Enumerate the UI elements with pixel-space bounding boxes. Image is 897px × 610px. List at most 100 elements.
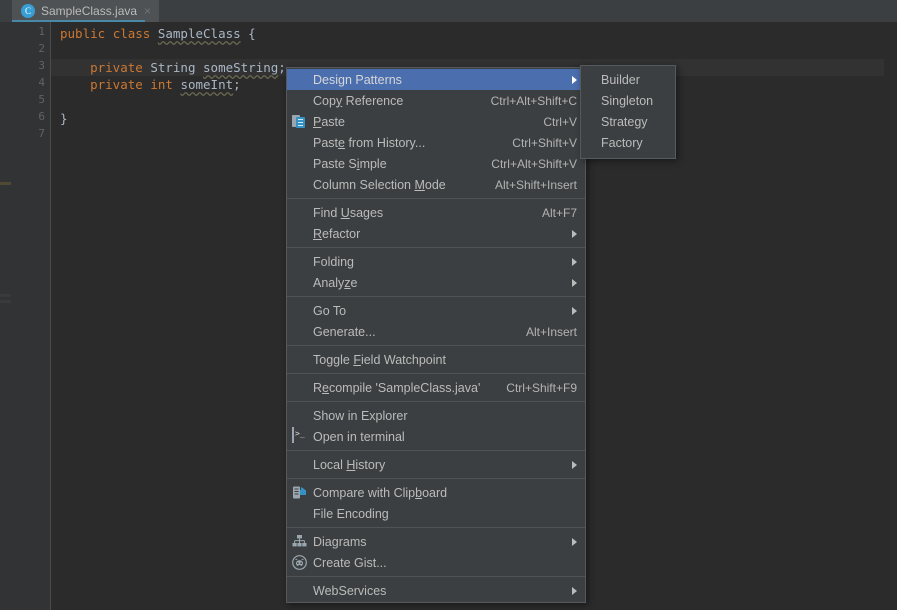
chevron-right-icon xyxy=(572,586,577,595)
editor-marker-strip xyxy=(0,22,11,610)
editor-tab-bar: C SampleClass.java × xyxy=(0,0,897,22)
line-number-gutter: 1 2 3 4 5 6 7 xyxy=(11,22,51,610)
menu-separator xyxy=(287,576,585,577)
menu-item-shortcut: Ctrl+Alt+Shift+V xyxy=(491,156,577,171)
editor-tab-sampleclass[interactable]: C SampleClass.java × xyxy=(12,0,160,22)
menu-item-label: Paste from History... xyxy=(313,135,426,150)
menu-item-show-in-explorer[interactable]: Show in Explorer xyxy=(287,405,585,426)
menu-item-generate[interactable]: Generate... Alt+Insert xyxy=(287,321,585,342)
code-token: int xyxy=(150,77,173,92)
submenu-item-builder[interactable]: Builder xyxy=(581,70,675,91)
code-line: } xyxy=(60,110,68,127)
menu-item-label: Column Selection Mode xyxy=(313,177,446,192)
code-line: public class SampleClass { xyxy=(60,25,256,42)
menu-item-compare-with-clipboard[interactable]: Compare with Clipboard xyxy=(287,482,585,503)
menu-item-shortcut: Ctrl+Shift+F9 xyxy=(506,380,577,395)
menu-separator xyxy=(287,401,585,402)
marker-change xyxy=(0,294,11,297)
code-token: { xyxy=(240,26,256,41)
menu-item-paste-from-history[interactable]: Paste from History... Ctrl+Shift+V xyxy=(287,132,585,153)
code-token: ; xyxy=(233,77,241,92)
compare-clipboard-icon xyxy=(291,484,308,501)
menu-item-shortcut: Ctrl+V xyxy=(543,114,577,129)
menu-item-label: Recompile 'SampleClass.java' xyxy=(313,380,481,395)
submenu-item-singleton[interactable]: Singleton xyxy=(581,91,675,112)
close-icon[interactable]: × xyxy=(144,5,151,17)
terminal-icon: >_ xyxy=(291,427,308,445)
submenu-item-factory[interactable]: Factory xyxy=(581,133,675,154)
menu-item-diagrams[interactable]: Diagrams xyxy=(287,531,585,552)
menu-item-shortcut: Alt+Shift+Insert xyxy=(494,177,577,192)
menu-item-column-selection-mode[interactable]: Column Selection Mode Alt+Shift+Insert xyxy=(287,174,585,195)
menu-item-find-usages[interactable]: Find Usages Alt+F7 xyxy=(287,202,585,223)
menu-separator xyxy=(287,247,585,248)
code-token: someString xyxy=(203,60,279,75)
menu-item-go-to[interactable]: Go To xyxy=(287,300,585,321)
editor-context-menu[interactable]: Design Patterns Copy Reference Ctrl+Alt+Sh… xyxy=(286,67,586,603)
chevron-right-icon xyxy=(572,278,577,287)
clipboard-icon xyxy=(291,113,308,130)
code-token: String xyxy=(150,60,196,75)
menu-item-label: Copy Reference xyxy=(313,93,404,108)
menu-item-label: Analyze xyxy=(313,275,358,290)
menu-item-design-patterns[interactable]: Design Patterns xyxy=(287,69,585,90)
marker-change xyxy=(0,300,11,303)
menu-item-local-history[interactable]: Local History xyxy=(287,454,585,475)
menu-item-label: Find Usages xyxy=(313,205,384,220)
code-token: class xyxy=(112,26,151,41)
code-token: private xyxy=(90,60,143,75)
menu-item-webservices[interactable]: WebServices xyxy=(287,580,585,601)
chevron-right-icon xyxy=(572,229,577,238)
menu-separator xyxy=(287,478,585,479)
line-number: 1 xyxy=(38,25,45,38)
menu-item-copy-reference[interactable]: Copy Reference Ctrl+Alt+Shift+C xyxy=(287,90,585,111)
line-number: 3 xyxy=(38,59,45,72)
menu-item-toggle-field-watchpoint[interactable]: Toggle Field Watchpoint xyxy=(287,349,585,370)
menu-item-folding[interactable]: Folding xyxy=(287,251,585,272)
menu-item-label: Open in terminal xyxy=(313,429,405,444)
menu-item-label: Create Gist... xyxy=(313,555,387,570)
menu-item-recompile-sampleclass-java[interactable]: Recompile 'SampleClass.java' Ctrl+Shift+F… xyxy=(287,377,585,398)
menu-item-label: Paste xyxy=(313,114,345,129)
menu-item-open-in-terminal[interactable]: >_ Open in terminal xyxy=(287,426,585,447)
menu-item-label: Diagrams xyxy=(313,534,367,549)
menu-item-paste[interactable]: Paste Ctrl+V xyxy=(287,111,585,132)
chevron-right-icon xyxy=(572,537,577,546)
menu-item-refactor[interactable]: Refactor xyxy=(287,223,585,244)
code-token: someInt xyxy=(180,77,234,92)
github-icon xyxy=(291,554,308,571)
code-line: private int someInt; xyxy=(60,76,241,93)
design-patterns-submenu[interactable]: Builder Singleton Strategy Factory xyxy=(580,65,676,159)
menu-item-paste-simple[interactable]: Paste Simple Ctrl+Alt+Shift+V xyxy=(287,153,585,174)
menu-item-shortcut: Ctrl+Shift+V xyxy=(512,135,577,150)
code-token: } xyxy=(60,111,68,126)
menu-item-analyze[interactable]: Analyze xyxy=(287,272,585,293)
marker-warning xyxy=(0,182,11,185)
diagram-icon xyxy=(291,533,308,550)
ide-window: C SampleClass.java × 1 2 3 4 5 6 7 public clas… xyxy=(0,0,897,610)
submenu-item-strategy[interactable]: Strategy xyxy=(581,112,675,133)
menu-separator xyxy=(287,345,585,346)
code-line: private String someString; xyxy=(60,59,286,76)
menu-item-create-gist[interactable]: Create Gist... xyxy=(287,552,585,573)
menu-item-label: WebServices xyxy=(313,583,387,598)
chevron-right-icon xyxy=(572,75,577,84)
editor-scrollbar[interactable] xyxy=(884,22,897,610)
menu-item-label: File Encoding xyxy=(313,506,389,521)
menu-separator xyxy=(287,450,585,451)
code-token: public xyxy=(60,26,106,41)
menu-item-label: Folding xyxy=(313,254,354,269)
chevron-right-icon xyxy=(572,460,577,469)
menu-item-shortcut: Ctrl+Alt+Shift+C xyxy=(490,93,577,108)
menu-separator xyxy=(287,373,585,374)
code-token: private xyxy=(90,77,143,92)
chevron-right-icon xyxy=(572,257,577,266)
line-number: 6 xyxy=(38,110,45,123)
menu-item-shortcut: Alt+Insert xyxy=(525,324,577,339)
menu-item-label: Paste Simple xyxy=(313,156,387,171)
menu-item-label: Local History xyxy=(313,457,386,472)
menu-item-file-encoding[interactable]: File Encoding xyxy=(287,503,585,524)
